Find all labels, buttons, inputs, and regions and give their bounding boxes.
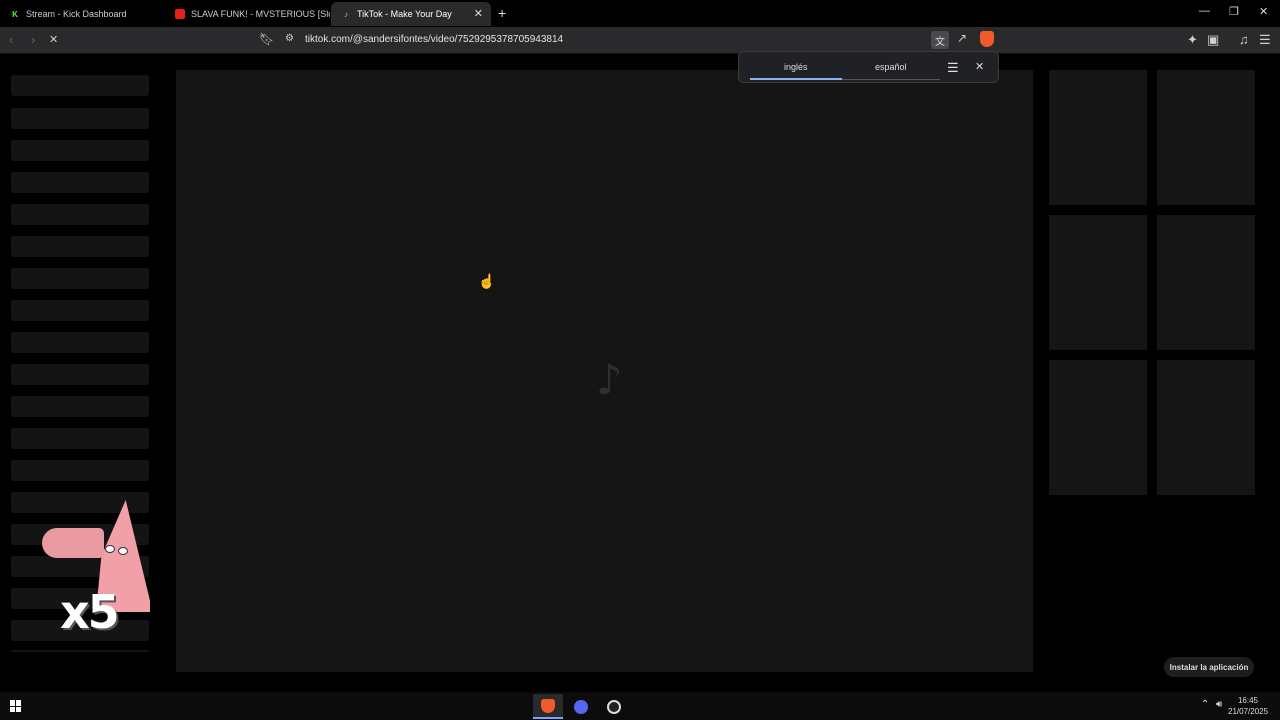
brave-shield-icon[interactable] — [980, 31, 994, 47]
browser-toolbar: ‹ › ✕ 🔖︎ ⚙ tiktok.com/@sandersifontes/vi… — [0, 27, 1280, 54]
multiplier-text: x5 — [60, 585, 120, 639]
address-bar[interactable]: ⚙ tiktok.com/@sandersifontes/video/75292… — [277, 30, 1004, 51]
discord-icon — [574, 699, 588, 714]
wallet-icon[interactable]: ▣ — [1207, 32, 1219, 48]
hand-cursor-icon: ☝ — [478, 273, 496, 289]
stream-overlay-sticker: x5 — [40, 500, 150, 645]
stop-icon[interactable]: ✕ — [49, 33, 58, 46]
new-tab-button[interactable]: + — [498, 5, 506, 21]
chevron-up-icon[interactable]: ⌃ — [1201, 699, 1209, 710]
back-icon[interactable]: ‹ — [9, 32, 13, 47]
tab-title: TikTok - Make Your Day — [357, 9, 452, 19]
translate-popup: inglés español ☰ ✕ — [738, 51, 999, 83]
sidebar-skeleton-item — [11, 172, 149, 193]
tab-tiktok[interactable]: ♪ TikTok - Make Your Day ✕ — [331, 2, 491, 26]
translate-icon[interactable]: 文 — [931, 31, 949, 49]
obs-icon — [607, 699, 621, 714]
sidebar-skeleton-item — [11, 140, 149, 161]
sidebar-skeleton-item — [11, 428, 149, 449]
sidebar-skeleton-item — [11, 396, 149, 417]
patrick-arm-image — [42, 528, 104, 558]
system-clock[interactable]: 16:45 21/07/2025 — [1228, 695, 1268, 717]
kick-icon: K — [10, 9, 20, 19]
related-video-thumbnail[interactable] — [1157, 215, 1255, 350]
tiktok-logo-icon: ♪ — [596, 355, 623, 404]
extensions-icon[interactable]: ✦ — [1187, 32, 1198, 48]
sidebar-skeleton-item — [11, 460, 149, 481]
brave-icon — [541, 698, 555, 713]
related-video-thumbnail[interactable] — [1049, 215, 1147, 350]
clock-date: 21/07/2025 — [1228, 707, 1269, 716]
close-tab-icon[interactable]: ✕ — [474, 7, 483, 20]
sidebar-skeleton-item — [11, 332, 149, 353]
related-video-thumbnail[interactable] — [1157, 70, 1255, 205]
tiktok-page: ♪ Instalar la aplicación ☝ — [0, 54, 1280, 692]
video-player[interactable]: ♪ — [176, 70, 1033, 672]
close-icon[interactable]: ✕ — [975, 60, 984, 73]
url-text: tiktok.com/@sandersifontes/video/7529295… — [305, 34, 564, 45]
tab-kick-dashboard[interactable]: K Stream - Kick Dashboard — [0, 2, 165, 26]
site-settings-icon[interactable]: ⚙ — [285, 33, 294, 44]
sidebar-skeleton-item — [11, 300, 149, 321]
taskbar-discord[interactable] — [566, 694, 596, 719]
related-video-thumbnail[interactable] — [1049, 360, 1147, 495]
menu-icon[interactable]: ☰ — [947, 60, 959, 76]
related-video-thumbnail[interactable] — [1049, 70, 1147, 205]
media-icon[interactable]: ♫ — [1239, 32, 1249, 47]
windows-start-icon[interactable] — [10, 700, 22, 712]
sidebar-skeleton-item — [11, 268, 149, 289]
sidebar-skeleton-item — [11, 364, 149, 385]
target-language-tab[interactable]: español — [875, 62, 907, 72]
active-tab-indicator — [750, 78, 842, 80]
sidebar-skeleton-item — [11, 75, 149, 96]
restore-icon[interactable]: ❐ — [1229, 5, 1239, 18]
tiktok-icon: ♪ — [344, 9, 348, 19]
eye-icon — [105, 545, 115, 553]
taskbar: ⌃ 🔊︎ 16:45 21/07/2025 — [0, 692, 1280, 720]
sidebar-skeleton-item — [11, 204, 149, 225]
close-window-icon[interactable]: ✕ — [1259, 5, 1268, 18]
menu-icon[interactable]: ☰ — [1259, 32, 1271, 48]
tab-youtube[interactable]: SLAVA FUNK! - MVSTERIOUS [Slowe — [165, 2, 330, 26]
taskbar-brave[interactable] — [533, 694, 563, 719]
sidebar-skeleton-item — [11, 236, 149, 257]
sidebar-skeleton-item — [11, 108, 149, 129]
share-icon[interactable]: ↗ — [957, 31, 967, 45]
related-video-thumbnail[interactable] — [1157, 360, 1255, 495]
taskbar-obs[interactable] — [599, 694, 629, 719]
source-language-tab[interactable]: inglés — [784, 62, 808, 72]
sidebar-divider — [11, 650, 149, 652]
volume-icon[interactable]: 🔊︎ — [1216, 699, 1222, 710]
install-app-button[interactable]: Instalar la aplicación — [1164, 657, 1254, 677]
tab-strip: K Stream - Kick Dashboard SLAVA FUNK! - … — [0, 0, 1280, 27]
eye-icon — [118, 547, 128, 555]
bookmark-icon[interactable]: 🔖︎ — [259, 32, 274, 46]
tab-title: Stream - Kick Dashboard — [26, 9, 127, 19]
minimize-icon[interactable]: — — [1199, 5, 1210, 17]
tab-title: SLAVA FUNK! - MVSTERIOUS [Slowe — [191, 9, 330, 19]
forward-icon[interactable]: › — [31, 32, 35, 47]
youtube-icon — [175, 9, 185, 19]
clock-time: 16:45 — [1237, 696, 1259, 705]
